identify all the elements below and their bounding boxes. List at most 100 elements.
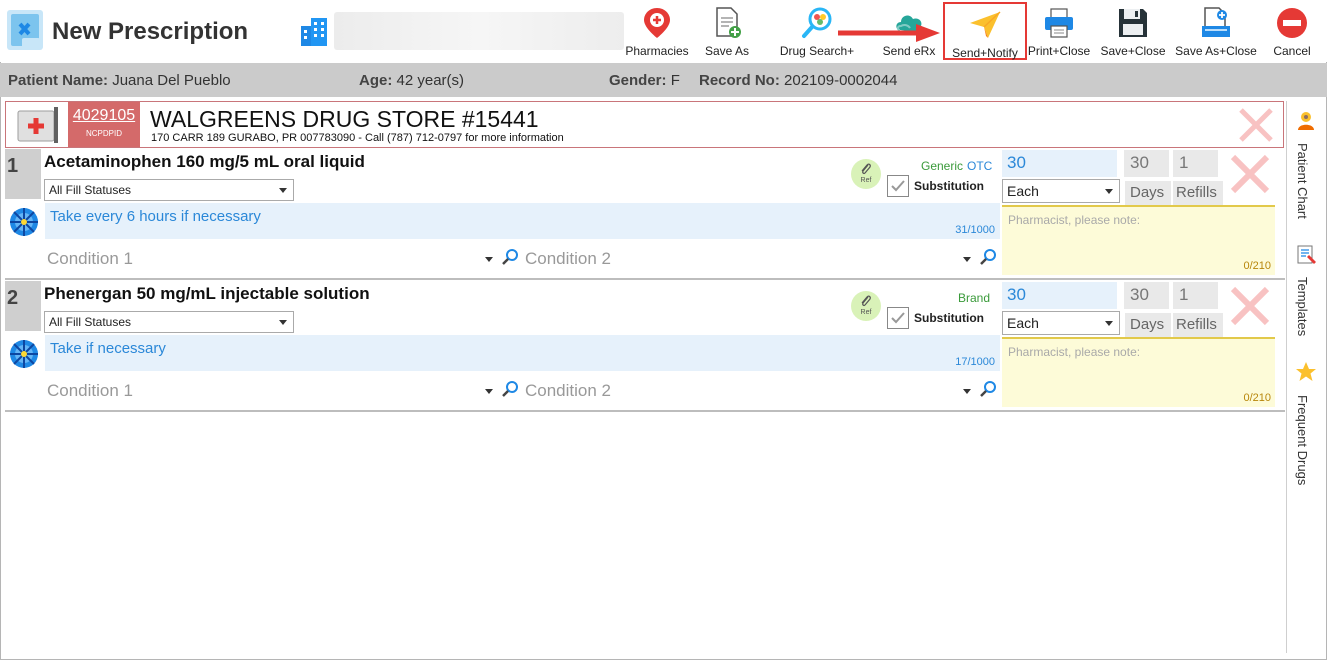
save-as-close-button[interactable]: Save As+Close [1174, 2, 1258, 60]
print-close-label: Print+Close [1027, 44, 1091, 58]
building-icon[interactable] [299, 16, 331, 48]
pharmacies-label: Pharmacies [625, 44, 689, 58]
star-icon [1296, 362, 1316, 381]
pharmacy-card: 4029105 NCPDPID WALGREENS DRUG STORE #15… [5, 101, 1284, 148]
patient-name-field: Patient Name: Juana Del Pueblo [8, 72, 231, 89]
send-notify-button[interactable]: Send+Notify [943, 2, 1027, 60]
quantity-input[interactable]: 30 [1002, 282, 1117, 309]
patient-gender-field: Gender: F [609, 72, 680, 89]
chevron-down-icon [1105, 321, 1113, 326]
unit-value: Each [1007, 315, 1039, 331]
ncpdp-id[interactable]: 4029105 [68, 107, 140, 125]
prescription-number: 1 [5, 149, 41, 199]
prescription-item: 1 Acetaminophen 160 mg/5 mL oral liquid … [5, 149, 1285, 280]
days-input[interactable]: 30 [1124, 282, 1169, 309]
pharmacy-name: WALGREENS DRUG STORE #15441 [150, 106, 539, 132]
substitution-checkbox[interactable] [887, 307, 909, 329]
page-title: New Prescription [52, 18, 249, 45]
substitution-label: Substitution [914, 311, 984, 325]
chevron-down-icon[interactable] [485, 389, 493, 394]
substitution-checkbox[interactable] [887, 175, 909, 197]
delete-prescription-icon[interactable] [1229, 285, 1271, 327]
drug-name: Phenergan 50 mg/mL injectable solution [44, 284, 370, 303]
side-tab-frequent-drugs[interactable]: Frequent Drugs [1287, 361, 1325, 501]
checkmark-icon [891, 312, 905, 324]
patient-age-field: Age: 42 year(s) [359, 72, 464, 89]
fill-status-dropdown[interactable]: All Fill Statuses [44, 311, 294, 333]
chevron-down-icon[interactable] [963, 257, 971, 262]
cancel-label: Cancel [1273, 44, 1311, 58]
side-tab-patient-chart[interactable]: Patient Chart [1287, 109, 1325, 229]
pharmacist-note-input[interactable]: Pharmacist, please note: 0/210 [1002, 205, 1275, 275]
annotation-arrow [838, 24, 940, 42]
ncpdp-badge[interactable]: 4029105 NCPDPID [68, 102, 140, 147]
reference-button[interactable]: Ref [851, 291, 881, 321]
fill-status-value: All Fill Statuses [49, 183, 132, 197]
chevron-down-icon[interactable] [485, 257, 493, 262]
printer-icon [1045, 8, 1073, 38]
condition-1-input[interactable]: Condition 1 [47, 381, 133, 401]
pharmacist-note-input[interactable]: Pharmacist, please note: 0/210 [1002, 337, 1275, 407]
sig-char-count: 17/1000 [955, 356, 995, 368]
refills-input[interactable]: 1 [1173, 282, 1218, 309]
patient-gender-label: Gender: [609, 72, 667, 89]
condition-2-input[interactable]: Condition 2 [525, 381, 611, 401]
quantity-input[interactable]: 30 [1002, 150, 1117, 177]
chevron-down-icon [1105, 189, 1113, 194]
paper-plane-icon [970, 11, 1001, 38]
refills-label: Refills [1173, 181, 1223, 205]
reference-button[interactable]: Ref [851, 159, 881, 189]
remove-pharmacy-icon[interactable] [1238, 107, 1274, 143]
floppy-disk-icon [1119, 9, 1147, 37]
side-tab-label: Patient Chart [1295, 143, 1310, 219]
unit-dropdown[interactable]: Each [1002, 179, 1120, 203]
pharmacies-button[interactable]: Pharmacies [625, 2, 689, 60]
cancel-icon [1277, 8, 1307, 38]
cancel-button[interactable]: Cancel [1266, 2, 1318, 60]
save-as-close-label: Save As+Close [1175, 44, 1257, 58]
sig-input[interactable]: Take if necessary 17/1000 [45, 335, 1000, 371]
search-icon[interactable] [501, 380, 519, 398]
patient-age-value: 42 year(s) [396, 72, 465, 89]
drug-type-otc: OTC [967, 159, 993, 173]
sig-helper-icon[interactable] [8, 338, 40, 370]
search-icon[interactable] [979, 248, 997, 266]
checkmark-icon [891, 180, 905, 192]
save-close-button[interactable]: Save+Close [1100, 2, 1166, 60]
search-icon[interactable] [979, 380, 997, 398]
drug-name: Acetaminophen 160 mg/5 mL oral liquid [44, 152, 365, 171]
days-input[interactable]: 30 [1124, 150, 1169, 177]
save-as-close-icon [1202, 7, 1230, 37]
sig-helper-icon[interactable] [8, 206, 40, 238]
redacted-practice-name [334, 12, 624, 50]
days-label: Days [1125, 313, 1171, 337]
pharmacist-note-placeholder: Pharmacist, please note: [1008, 345, 1141, 359]
drug-type-brand: Brand [958, 291, 991, 305]
refills-label: Refills [1173, 313, 1223, 337]
unit-value: Each [1007, 183, 1039, 199]
side-tab-label: Frequent Drugs [1295, 395, 1310, 486]
condition-2-input[interactable]: Condition 2 [525, 249, 611, 269]
patient-name-label: Patient Name: [8, 72, 109, 89]
reference-label: Ref [860, 177, 872, 184]
paperclip-icon [861, 163, 871, 174]
fill-status-value: All Fill Statuses [49, 315, 132, 329]
delete-prescription-icon[interactable] [1229, 153, 1271, 195]
chevron-down-icon[interactable] [963, 389, 971, 394]
unit-dropdown[interactable]: Each [1002, 311, 1120, 335]
refills-input[interactable]: 1 [1173, 150, 1218, 177]
patient-record-label: Record No: [699, 72, 780, 89]
pharmacist-note-count: 0/210 [1243, 392, 1271, 404]
condition-1-input[interactable]: Condition 1 [47, 249, 133, 269]
sig-input[interactable]: Take every 6 hours if necessary 31/1000 [45, 203, 1000, 239]
prescription-editor: 4029105 NCPDPID WALGREENS DRUG STORE #15… [5, 101, 1285, 653]
patient-record-value: 202109-0002044 [784, 72, 898, 89]
save-close-label: Save+Close [1100, 44, 1166, 58]
save-as-button[interactable]: Save As [700, 2, 754, 60]
patient-gender-value: F [670, 72, 680, 89]
print-close-button[interactable]: Print+Close [1025, 2, 1093, 60]
side-tab-templates[interactable]: Templates [1287, 243, 1325, 347]
fill-status-dropdown[interactable]: All Fill Statuses [44, 179, 294, 201]
patient-record-field: Record No: 202109-0002044 [699, 72, 897, 89]
search-icon[interactable] [501, 248, 519, 266]
